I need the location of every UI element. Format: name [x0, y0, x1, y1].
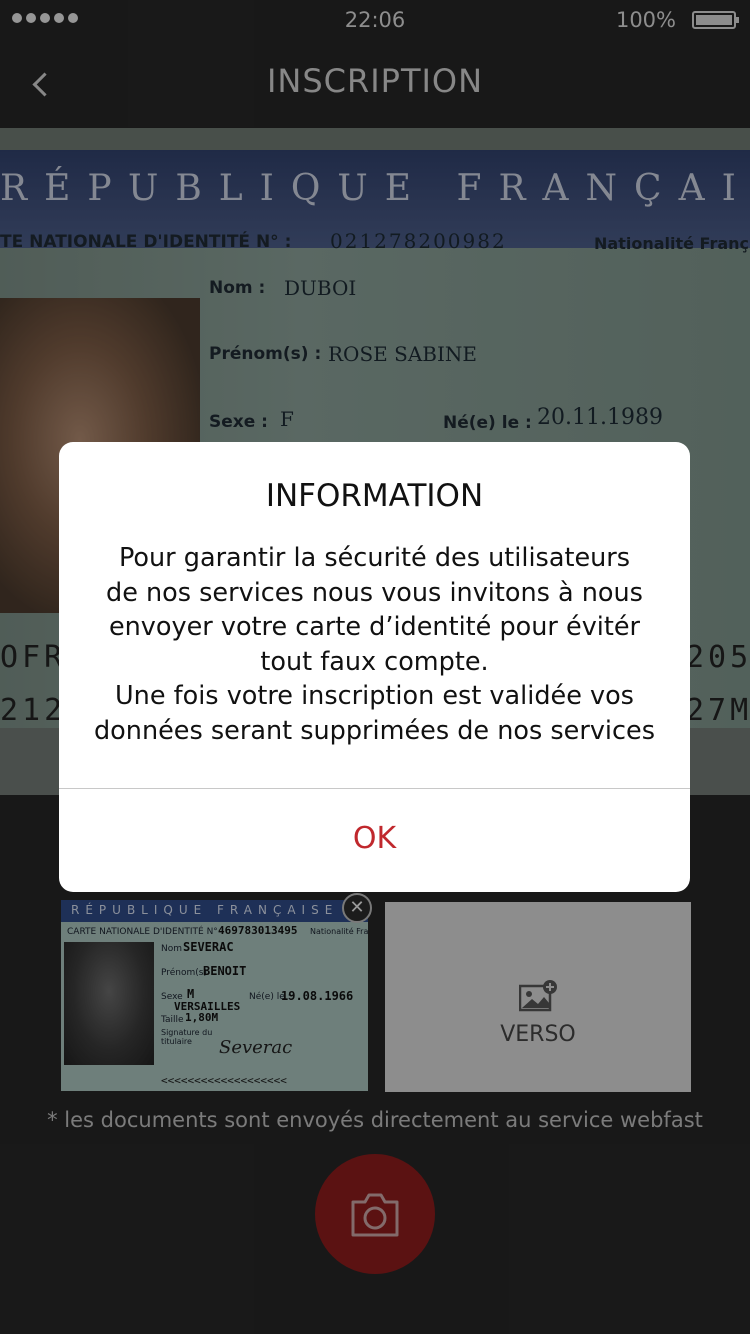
- dialog-line: Pour garantir la sécurité des utilisateu…: [118, 543, 631, 573]
- dialog-line: tout faux compte.: [260, 646, 489, 677]
- dialog-title: INFORMATION: [265, 478, 484, 514]
- dialog-line: Une fois votre inscription est validée v…: [115, 681, 634, 711]
- information-dialog: INFORMATION Pour garantir la sécurité de…: [59, 442, 690, 892]
- dialog-message: Pour garantir la sécurité des utilisateu…: [59, 541, 690, 748]
- dialog-line: de nos services nous vous invitons à nou…: [106, 577, 643, 608]
- dialog-line: données serant supprimées de nos service…: [94, 715, 655, 746]
- ok-button[interactable]: OK: [59, 789, 690, 892]
- dialog-line: envoyer votre carte d’identité pour évit…: [108, 612, 641, 642]
- screen: 22:06 100% INSCRIPTION RÉPUBLIQUE FRANÇA…: [0, 0, 750, 1334]
